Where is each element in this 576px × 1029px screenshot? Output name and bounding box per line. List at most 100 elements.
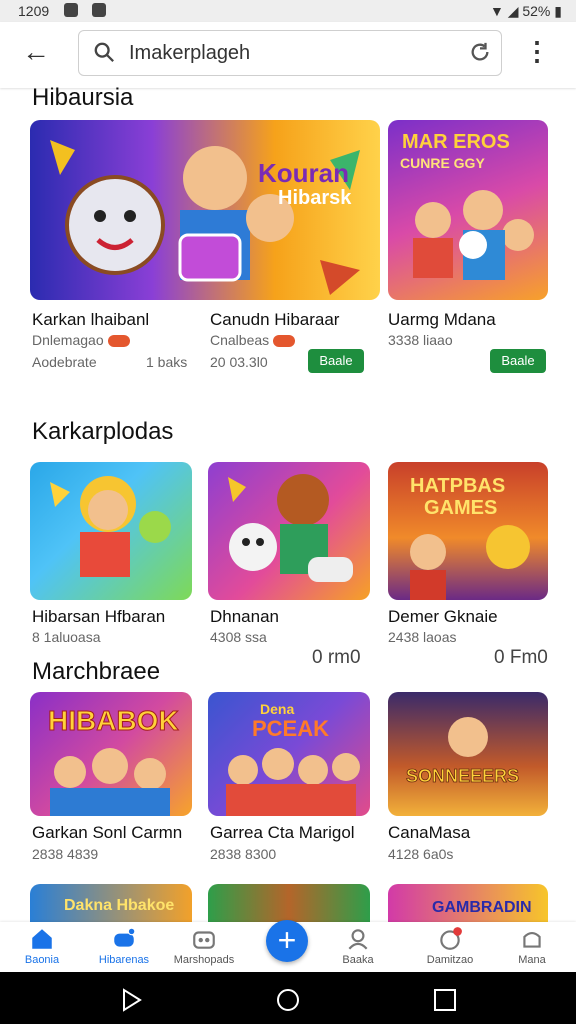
- game-price: 0 rm0: [312, 647, 361, 668]
- gamepad-icon: [114, 927, 136, 947]
- nav-item-notifications[interactable]: Damitzao: [418, 926, 482, 966]
- wifi-icon: ▼: [489, 3, 504, 19]
- art-text: Kouran: [258, 158, 349, 188]
- nav-label: Damitzao: [426, 954, 474, 966]
- art-text: CUNRE GGY: [400, 155, 485, 171]
- status-bar: 1209 ▼ ◢ 52% ▮: [0, 0, 576, 22]
- art-text: MAR EROS: [402, 131, 510, 153]
- notification-icon: [92, 3, 106, 17]
- back-nav-icon[interactable]: [123, 988, 142, 1012]
- art-text: SONNEEERS: [406, 766, 519, 786]
- refresh-icon[interactable]: [469, 41, 491, 63]
- game-meta: Dnlemagao: [32, 332, 130, 348]
- game-thumbnail[interactable]: HATPBAS GAMES: [388, 462, 548, 600]
- game-title: Garrea Cta Marigol: [210, 823, 355, 842]
- back-arrow-icon[interactable]: ←: [22, 38, 50, 66]
- game-title: Garkan Sonl Carmn: [32, 823, 183, 842]
- controller-icon: [193, 931, 215, 949]
- add-button[interactable]: +: [266, 920, 308, 962]
- battery-level: 52%: [522, 3, 551, 19]
- game-artwork: Dakna Hbakoe: [64, 897, 174, 914]
- install-button[interactable]: Baale: [490, 349, 546, 373]
- art-text: Dakna Hbakoe: [64, 897, 174, 914]
- game-artwork: SONNEEERS: [406, 717, 519, 786]
- search-box[interactable]: [78, 30, 502, 76]
- game-artwork: GAMBRADIN: [432, 899, 532, 916]
- nav-label: Baonia: [24, 954, 60, 966]
- game-size: 20 03.3l0: [210, 354, 268, 370]
- art-text: Hibarsk: [278, 187, 352, 209]
- art-text: HIBABOK: [48, 705, 179, 736]
- game-thumbnail[interactable]: [30, 462, 192, 600]
- game-developer: Cnalbeas: [210, 332, 270, 348]
- status-right: ▼ ◢ 52% ▮: [490, 3, 562, 20]
- more-options-icon[interactable]: ⋮: [524, 38, 550, 64]
- game-title: Karkan lhaibanl: [32, 310, 150, 329]
- game-title: Dhnanan: [210, 607, 280, 626]
- game-meta: Cnalbeas: [210, 332, 296, 348]
- game-thumbnail[interactable]: [208, 462, 370, 600]
- game-artwork: [228, 474, 353, 582]
- game-downloads: 1 baks: [146, 354, 188, 370]
- game-thumbnail[interactable]: HIBABOK: [30, 692, 192, 816]
- chat-icon: [440, 927, 462, 950]
- game-meta: 4128 6a0s: [388, 846, 454, 862]
- game-title: Canudn Hibaraar: [210, 310, 340, 329]
- nav-label: Baaka: [342, 954, 374, 966]
- game-meta: 4308 ssa: [210, 629, 267, 645]
- profile-icon: [523, 931, 541, 948]
- game-title: Demer Gknaie: [388, 607, 498, 626]
- section-title: Karkarplodas: [32, 418, 174, 445]
- nav-label: Marshopads: [173, 954, 235, 966]
- game-thumbnail[interactable]: GAMBRADIN: [388, 884, 548, 922]
- game-thumbnail[interactable]: MAR EROS CUNRE GGY: [388, 120, 548, 300]
- section-title: Marchbraee: [32, 658, 161, 685]
- signal-icon: ◢: [507, 3, 519, 19]
- battery-icon: ▮: [554, 3, 562, 19]
- nav-label: Hibarenas: [98, 954, 150, 966]
- art-text: GAMBRADIN: [432, 899, 532, 916]
- game-artwork: HATPBAS GAMES: [410, 475, 530, 600]
- badge-icon: [107, 335, 130, 348]
- nav-item-home[interactable]: Baonia: [10, 926, 74, 966]
- system-nav-icons: [123, 988, 456, 1012]
- home-icon: [32, 929, 52, 949]
- game-artwork: MAR EROS CUNRE GGY: [400, 131, 534, 280]
- nav-item-more[interactable]: Mana: [500, 926, 564, 966]
- game-developer: Dnlemagao: [32, 332, 104, 348]
- status-time: 1209: [18, 3, 50, 19]
- home-nav-icon[interactable]: [277, 989, 299, 1011]
- game-artwork: Kouran Hibarsk: [50, 140, 360, 295]
- game-artwork: Dena PCEAK: [226, 701, 360, 816]
- game-price: 0 Fm0: [494, 647, 548, 668]
- game-thumbnail[interactable]: Dakna Hbakoe: [30, 884, 192, 922]
- nav-item-games[interactable]: Hibarenas: [92, 926, 156, 966]
- game-thumbnail[interactable]: SONNEEERS: [388, 692, 548, 816]
- game-meta: 8 1aluoasa: [32, 629, 101, 645]
- art-text: PCEAK: [252, 716, 329, 741]
- game-thumbnail[interactable]: Dena PCEAK: [208, 692, 370, 816]
- nav-item-books[interactable]: Baaka: [326, 926, 390, 966]
- search-input[interactable]: [127, 40, 451, 66]
- app-bar: ← ⋮: [0, 22, 576, 88]
- notification-icon: [64, 3, 78, 17]
- game-thumbnail[interactable]: Kouran Hibarsk: [30, 120, 380, 300]
- game-artwork: HIBABOK: [48, 705, 179, 816]
- game-thumbnail[interactable]: [208, 884, 370, 922]
- system-navigation-bar: [0, 972, 576, 1024]
- game-meta: 2438 laoas: [388, 629, 457, 645]
- nav-item-marketplace[interactable]: Marshopads: [172, 926, 236, 966]
- game-title: CanaMasa: [388, 823, 471, 842]
- art-text: Dena: [260, 701, 294, 717]
- art-text: HATPBAS: [410, 475, 505, 497]
- art-text: GAMES: [424, 497, 497, 519]
- recents-nav-icon[interactable]: [434, 989, 456, 1011]
- game-title: Hibarsan Hfbaran: [32, 607, 166, 626]
- badge-icon: [273, 335, 296, 348]
- game-artwork: [50, 476, 171, 577]
- game-title: Uarmg Mdana: [388, 310, 496, 329]
- game-rating: Aodebrate: [32, 354, 97, 370]
- nav-label: Mana: [518, 954, 546, 966]
- install-button[interactable]: Baale: [308, 349, 364, 373]
- search-icon: [94, 42, 114, 62]
